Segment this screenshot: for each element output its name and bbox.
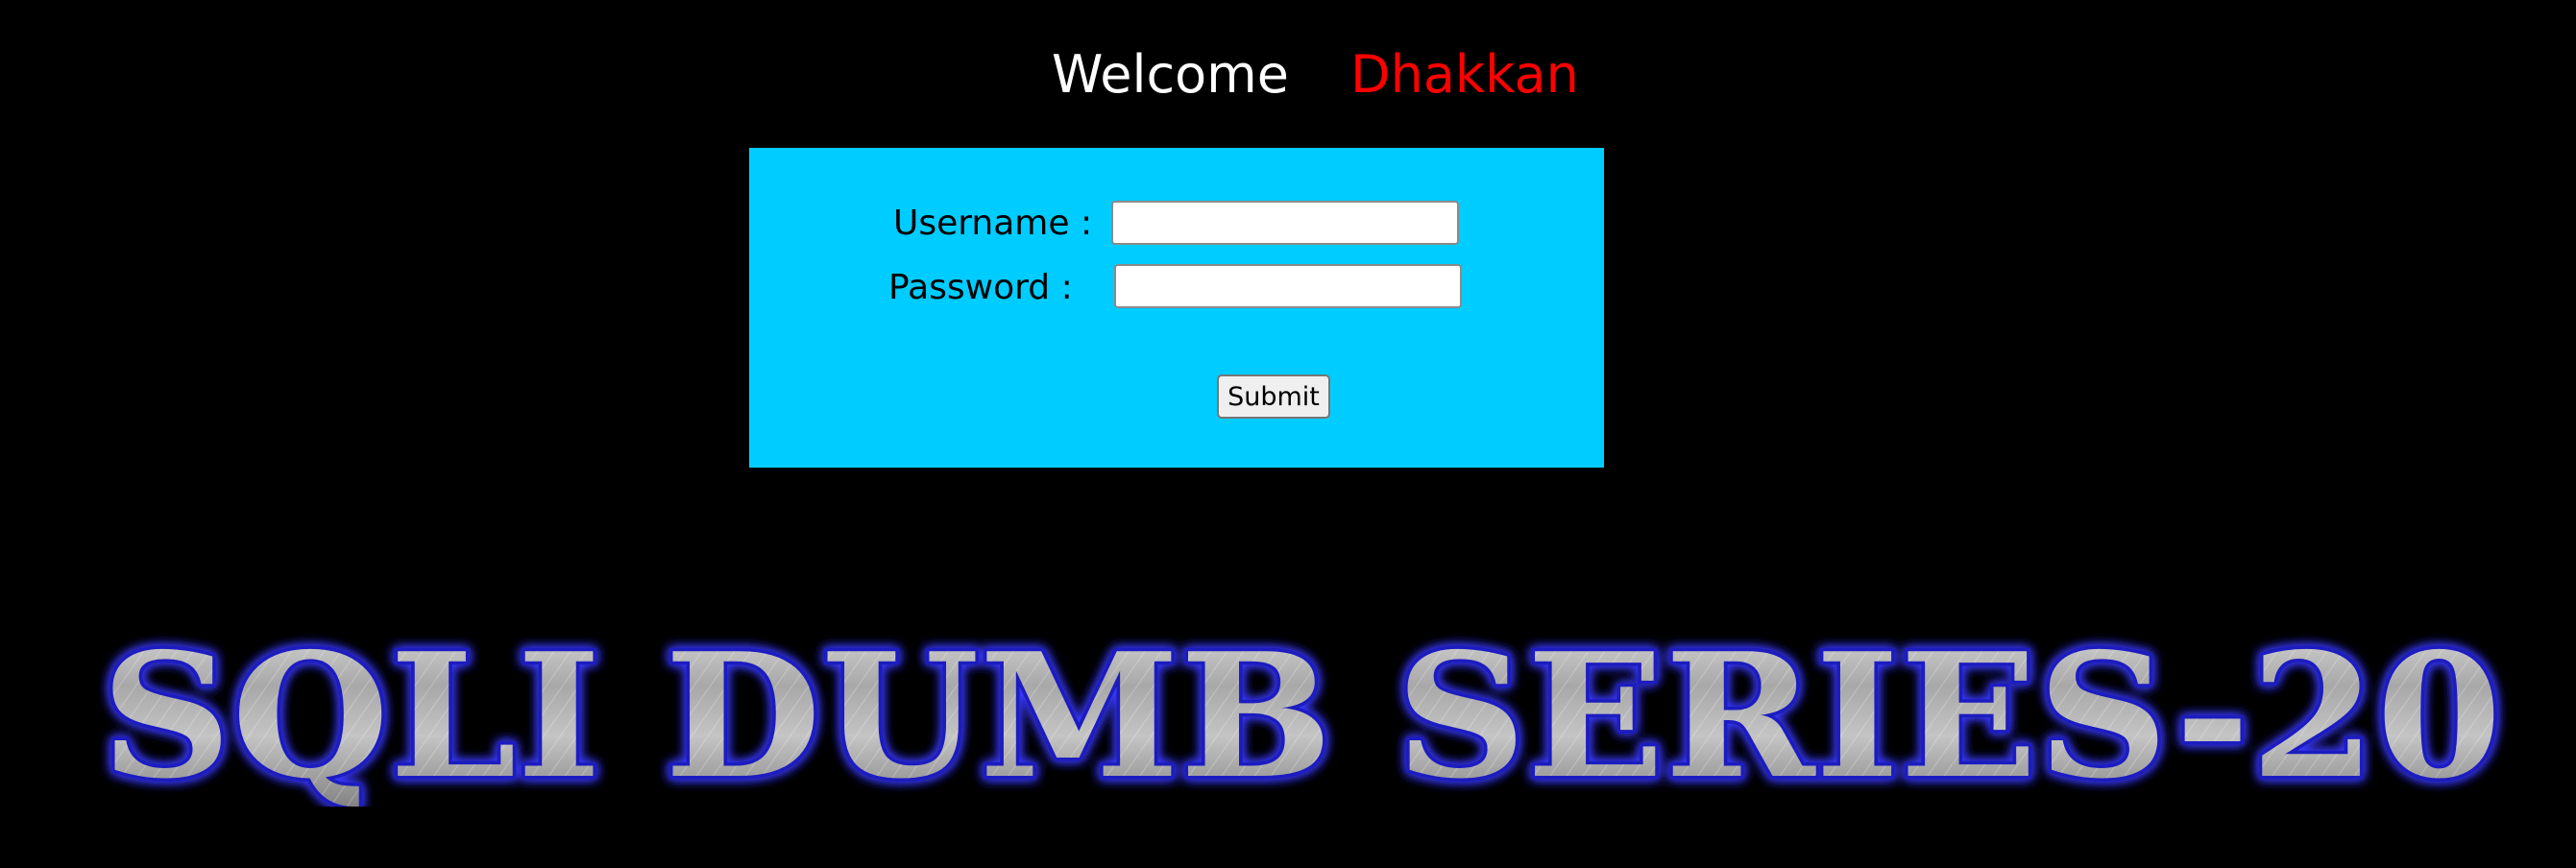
title-banner-image: SQLI DUMB SERIES-20 SQLI DUMB SERIES-20: [86, 615, 2516, 807]
login-form: Username : Password : Submit: [749, 148, 1604, 468]
username-input[interactable]: [1111, 201, 1459, 245]
welcome-heading: Welcome Dhakkan: [1052, 36, 1579, 113]
title-banner-graphic: SQLI DUMB SERIES-20 SQLI DUMB SERIES-20: [98, 615, 2506, 807]
submit-button[interactable]: Submit: [1217, 374, 1330, 419]
banner-title-texture: SQLI DUMB SERIES-20: [101, 615, 2502, 807]
username-label: Username :: [893, 204, 1093, 243]
password-input[interactable]: [1114, 264, 1462, 308]
user-name: Dhakkan: [1350, 44, 1579, 105]
welcome-text: Welcome: [1052, 44, 1290, 105]
password-label: Password :: [888, 268, 1073, 307]
